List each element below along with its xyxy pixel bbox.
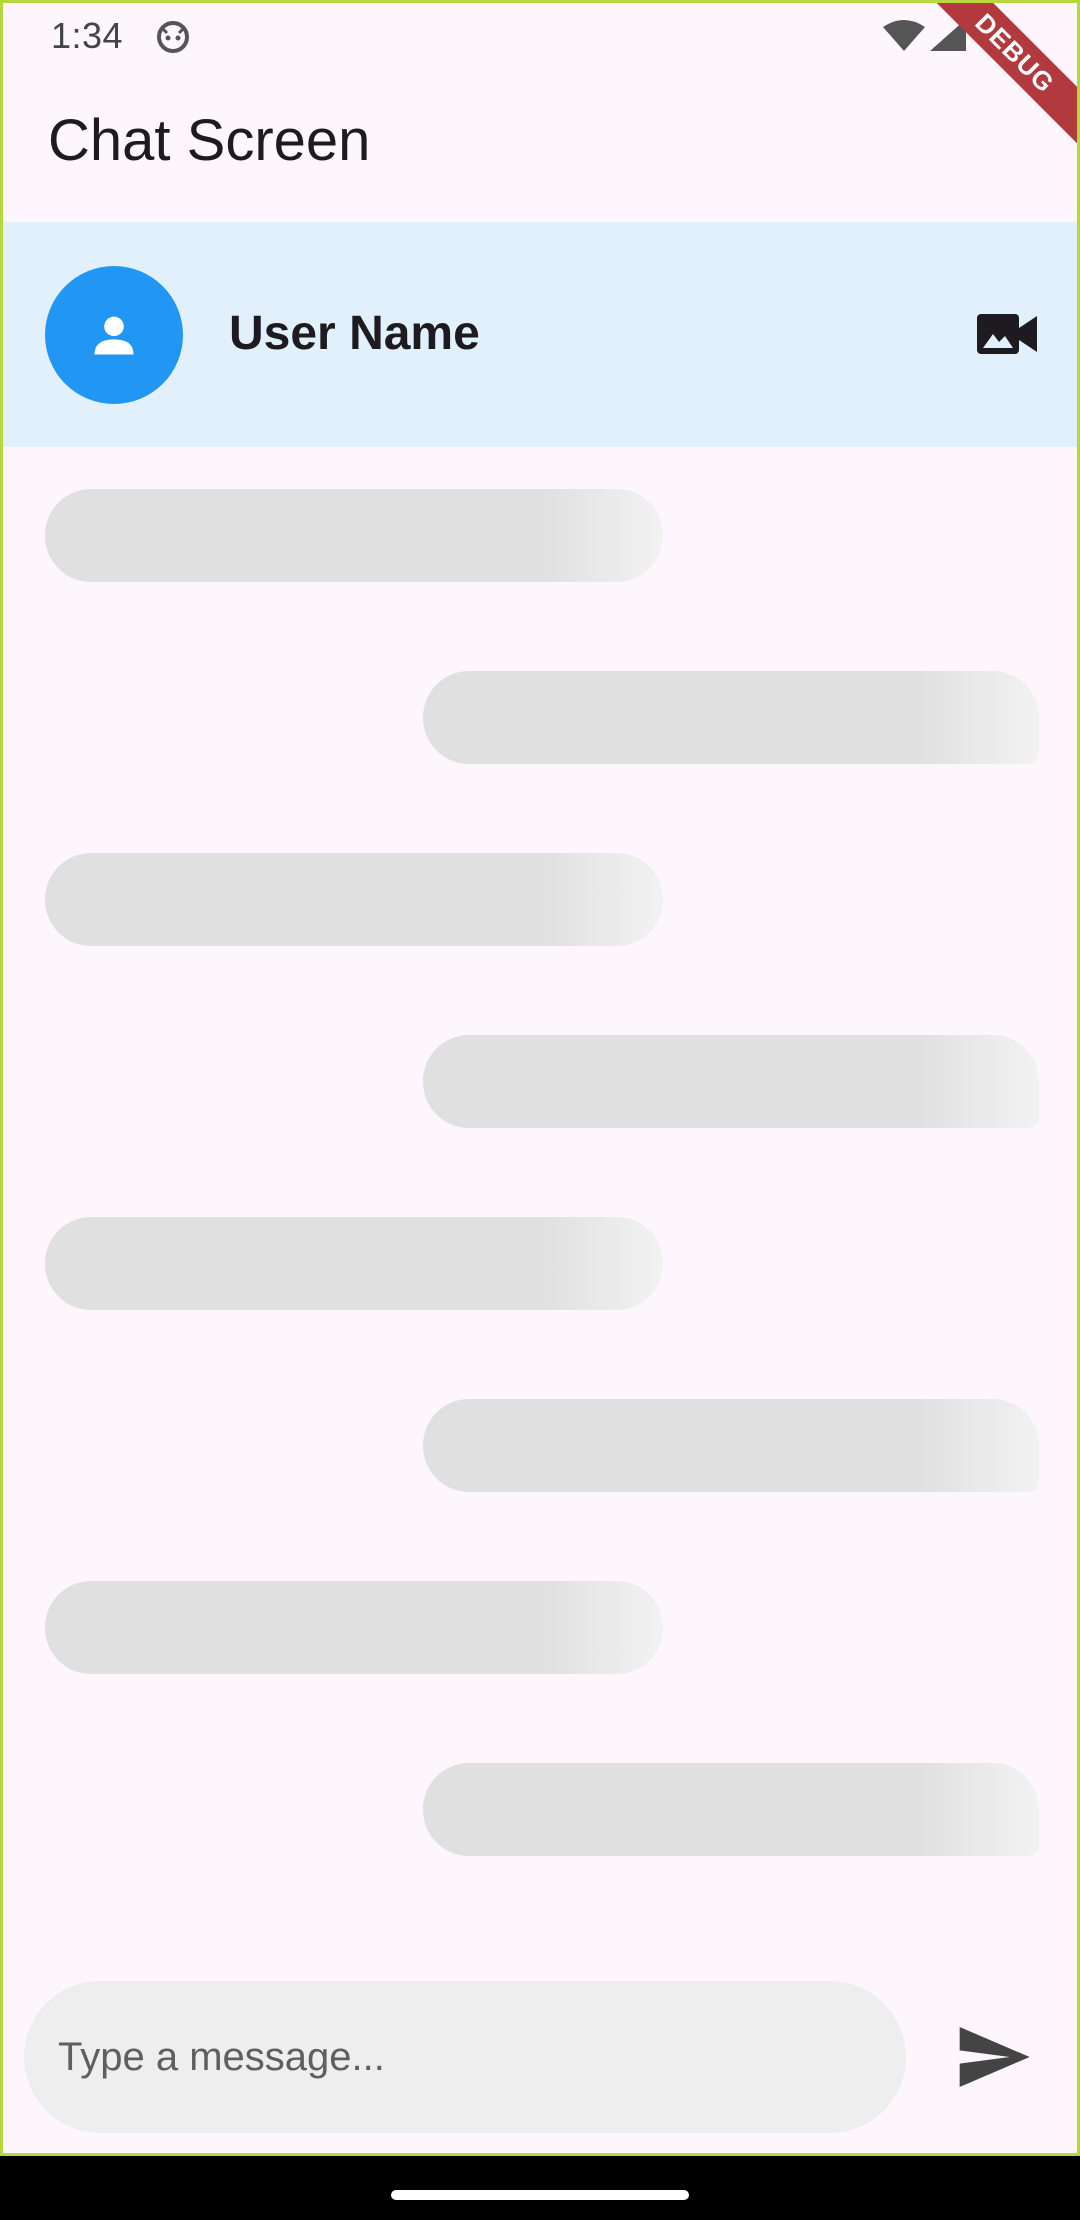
- page-title: Chat Screen: [48, 108, 371, 173]
- user-name: User Name: [229, 307, 480, 360]
- message-placeholder: [45, 1217, 663, 1310]
- message-placeholder: [423, 1763, 1039, 1856]
- person-icon: [94, 316, 134, 355]
- chat-header[interactable]: User Name: [3, 222, 1077, 447]
- wifi-icon: [883, 20, 925, 51]
- status-time: 1:34: [51, 15, 124, 56]
- message-placeholder: [423, 1399, 1039, 1492]
- message-placeholder: [45, 853, 663, 946]
- status-bar: 1:34: [3, 3, 1077, 69]
- message-list[interactable]: [3, 447, 1077, 1947]
- avatar[interactable]: [45, 266, 183, 404]
- message-placeholder: [45, 1581, 663, 1674]
- message-composer: [3, 1978, 1077, 2138]
- message-placeholder: [423, 1035, 1039, 1128]
- system-nav-bar: [0, 2156, 1080, 2220]
- video-call-icon[interactable]: [977, 310, 1037, 358]
- home-indicator[interactable]: [391, 2190, 689, 2200]
- message-placeholder: [45, 489, 663, 582]
- app-frame: 1:34 DEBUG Chat Screen User Name: [0, 0, 1080, 2156]
- message-input[interactable]: [24, 1981, 906, 2133]
- android-icon: [157, 21, 189, 53]
- send-icon[interactable]: [953, 2017, 1033, 2097]
- message-placeholder: [423, 671, 1039, 764]
